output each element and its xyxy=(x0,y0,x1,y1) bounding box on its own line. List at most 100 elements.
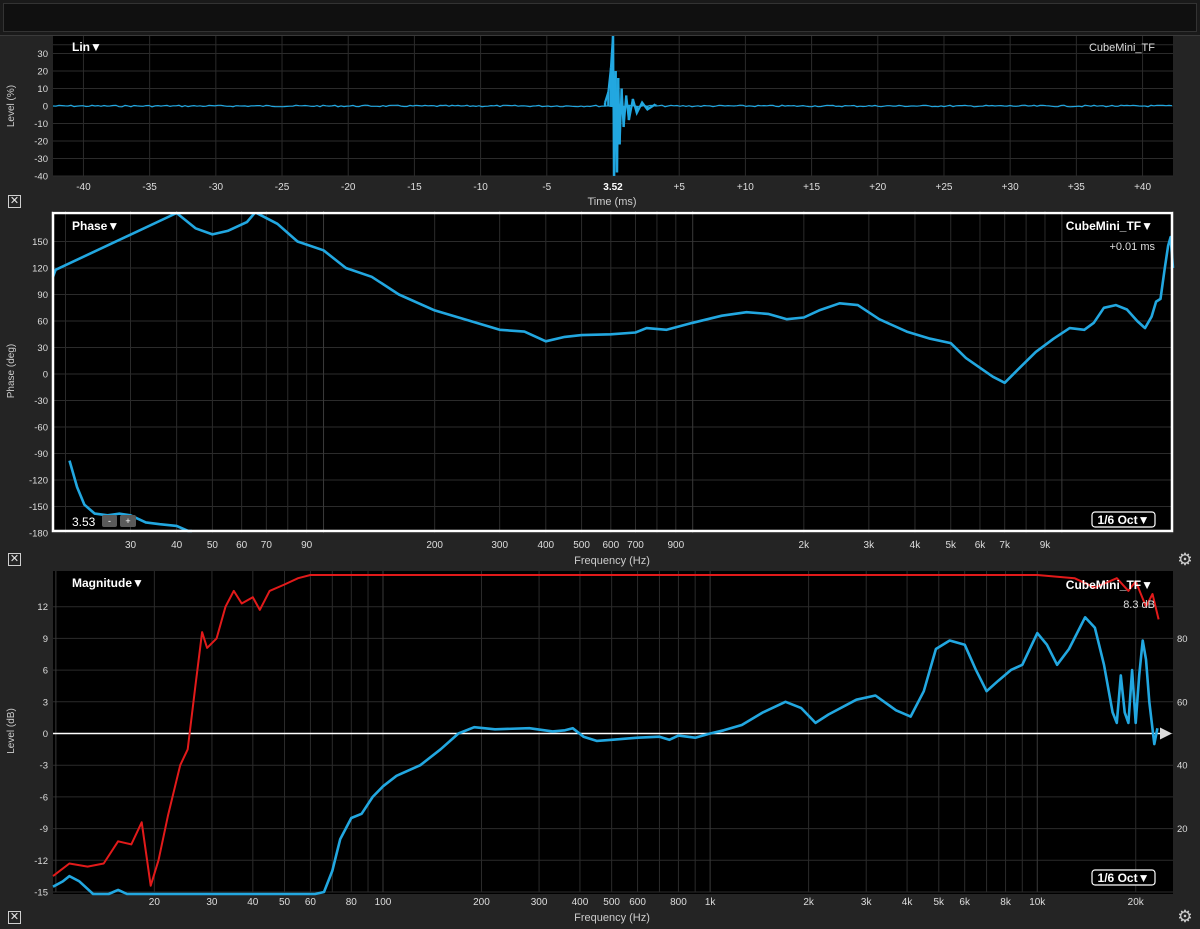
impulse-x-tick-label: -35 xyxy=(142,182,157,193)
toolbar-inner xyxy=(3,3,1197,32)
phase-x-tick-label: 600 xyxy=(602,540,619,551)
phase-y-tick-label: 120 xyxy=(32,264,48,275)
phase-y-ticks: -180 -150 -120 -90 -60 -30 0 30 60 90 120 150 xyxy=(29,237,48,540)
magnitude-y-tick-label: -9 xyxy=(40,824,48,835)
gear-icon[interactable]: ⚙ xyxy=(1176,551,1194,569)
phase-cursor-minus-label[interactable]: - xyxy=(108,516,111,526)
close-icon[interactable]: ✕ xyxy=(8,553,21,566)
phase-x-tick-label: 200 xyxy=(426,540,443,551)
close-icon[interactable]: ✕ xyxy=(8,195,21,208)
impulse-chart[interactable]: -40 -30 -20 -10 0 10 20 30 -40 -35 -30 -25 -20 -15 -1… xyxy=(0,36,1200,211)
phase-x-label: Frequency (Hz) xyxy=(574,555,650,567)
magnitude-right-y-tick-label: 80 xyxy=(1177,634,1188,645)
impulse-y-tick-label: -20 xyxy=(34,137,48,148)
magnitude-x-tick-label: 20k xyxy=(1128,897,1145,908)
phase-x-tick-label: 700 xyxy=(627,540,644,551)
magnitude-x-tick-label: 10k xyxy=(1029,897,1046,908)
magnitude-x-tick-label: 50 xyxy=(279,897,291,908)
close-icon[interactable]: ✕ xyxy=(8,911,21,924)
phase-trace-dropdown[interactable]: CubeMini_TF▼ xyxy=(1066,219,1153,233)
magnitude-y-tick-label: 9 xyxy=(43,634,48,645)
gear-icon[interactable]: ⚙ xyxy=(1176,908,1194,926)
phase-y-tick-label: 0 xyxy=(43,370,48,381)
impulse-x-tick-label: -10 xyxy=(473,182,488,193)
magnitude-x-tick-label: 60 xyxy=(305,897,317,908)
impulse-y-label: Level (%) xyxy=(6,85,17,127)
phase-y-tick-label: -120 xyxy=(29,476,48,487)
magnitude-x-tick-label: 8k xyxy=(1000,897,1012,908)
magnitude-right-y-tick-label: 20 xyxy=(1177,824,1188,835)
magnitude-smoothing-dropdown[interactable]: 1/6 Oct▼ xyxy=(1091,869,1156,886)
magnitude-y-label: Level (dB) xyxy=(6,708,17,754)
impulse-trace-label: CubeMini_TF xyxy=(1089,42,1155,54)
magnitude-x-tick-label: 40 xyxy=(247,897,259,908)
impulse-y-tick-label: 10 xyxy=(37,84,48,95)
impulse-x-tick-label: +10 xyxy=(737,182,754,193)
phase-y-tick-label: -60 xyxy=(34,423,48,434)
impulse-x-tick-label: -15 xyxy=(407,182,422,193)
phase-x-tick-label: 900 xyxy=(667,540,684,551)
impulse-x-tick-label: +5 xyxy=(673,182,685,193)
phase-y-tick-label: 30 xyxy=(37,343,48,354)
magnitude-trace-dropdown[interactable]: CubeMini_TF▼ xyxy=(1066,578,1153,592)
impulse-y-tick-label: -40 xyxy=(34,172,48,183)
impulse-y-tick-label: -10 xyxy=(34,119,48,130)
phase-x-tick-label: 7k xyxy=(999,540,1011,551)
phase-y-tick-label: -30 xyxy=(34,396,48,407)
phase-x-tick-label: 6k xyxy=(975,540,987,551)
phase-chart[interactable]: -180-150-120-90-60-300306090120150 30 40 5… xyxy=(0,211,1200,571)
phase-x-tick-label: 400 xyxy=(537,540,554,551)
impulse-y-ticks: -40 -30 -20 -10 0 10 20 30 xyxy=(34,49,48,183)
phase-x-tick-label: 3k xyxy=(864,540,876,551)
magnitude-x-tick-label: 3k xyxy=(861,897,873,908)
phase-smoothing-dropdown[interactable]: 1/6 Oct▼ xyxy=(1091,511,1156,528)
phase-y-tick-label: -180 xyxy=(29,529,48,540)
magnitude-x-tick-label: 2k xyxy=(803,897,815,908)
phase-y-tick-label: -90 xyxy=(34,449,48,460)
phase-cursor-plus-button[interactable]: + xyxy=(120,515,136,527)
magnitude-x-label: Frequency (Hz) xyxy=(574,912,650,924)
magnitude-value-readout: 8.3 dB xyxy=(1123,599,1155,611)
phase-y-tick-label: 60 xyxy=(37,317,48,328)
magnitude-mode-dropdown[interactable]: Magnitude▼ xyxy=(72,576,144,590)
impulse-x-tick-label: 3.52 xyxy=(603,182,623,193)
magnitude-y-ticks: -15 -12 -9 -6 -3 0 3 6 9 12 xyxy=(34,602,48,898)
phase-smoothing-label[interactable]: 1/6 Oct▼ xyxy=(1098,513,1150,527)
top-toolbar xyxy=(0,0,1200,36)
phase-y-tick-label: 90 xyxy=(37,290,48,301)
impulse-x-tick-label: +25 xyxy=(935,182,952,193)
phase-x-tick-label: 9k xyxy=(1040,540,1052,551)
impulse-y-tick-label: 20 xyxy=(37,67,48,78)
phase-cursor-plus-label[interactable]: + xyxy=(125,516,130,526)
phase-cursor-value: 3.53 xyxy=(72,515,96,529)
phase-mode-dropdown[interactable]: Phase▼ xyxy=(72,219,119,233)
phase-x-tick-label: 30 xyxy=(125,540,137,551)
magnitude-x-tick-label: 100 xyxy=(375,897,392,908)
impulse-mode-dropdown[interactable]: Lin▼ xyxy=(72,40,102,54)
magnitude-right-y-ticks: 20 40 60 80 xyxy=(1177,634,1188,835)
phase-x-tick-label: 4k xyxy=(910,540,922,551)
phase-x-tick-label: 2k xyxy=(799,540,811,551)
magnitude-x-tick-label: 300 xyxy=(531,897,548,908)
magnitude-y-tick-label: -6 xyxy=(40,792,48,803)
impulse-x-tick-label: +40 xyxy=(1134,182,1151,193)
phase-y-label: Phase (deg) xyxy=(6,344,17,398)
magnitude-y-tick-label: -12 xyxy=(34,856,48,867)
magnitude-chart[interactable]: -15 -12 -9 -6 -3 0 3 6 9 12 20 40 60 80 20 30 40 50 60 80… xyxy=(0,571,1200,929)
magnitude-x-tick-label: 4k xyxy=(902,897,914,908)
phase-x-tick-label: 70 xyxy=(261,540,273,551)
magnitude-x-tick-label: 80 xyxy=(346,897,358,908)
phase-x-tick-label: 90 xyxy=(301,540,313,551)
impulse-y-tick-label: -30 xyxy=(34,154,48,165)
magnitude-smoothing-label[interactable]: 1/6 Oct▼ xyxy=(1098,871,1150,885)
magnitude-x-tick-label: 20 xyxy=(149,897,161,908)
phase-delay-value: +0.01 ms xyxy=(1109,241,1155,253)
magnitude-x-tick-label: 400 xyxy=(572,897,589,908)
magnitude-x-tick-label: 30 xyxy=(206,897,218,908)
phase-y-tick-label: 150 xyxy=(32,237,48,248)
magnitude-right-y-tick-label: 40 xyxy=(1177,761,1188,772)
impulse-y-tick-label: 0 xyxy=(43,102,48,113)
impulse-x-tick-label: +20 xyxy=(869,182,886,193)
magnitude-x-ticks: 20 30 40 50 60 80 100 200 300 400 500 600 800 1k 2k 3k 4… xyxy=(149,897,1145,908)
phase-cursor-minus-button[interactable]: - xyxy=(102,515,117,527)
